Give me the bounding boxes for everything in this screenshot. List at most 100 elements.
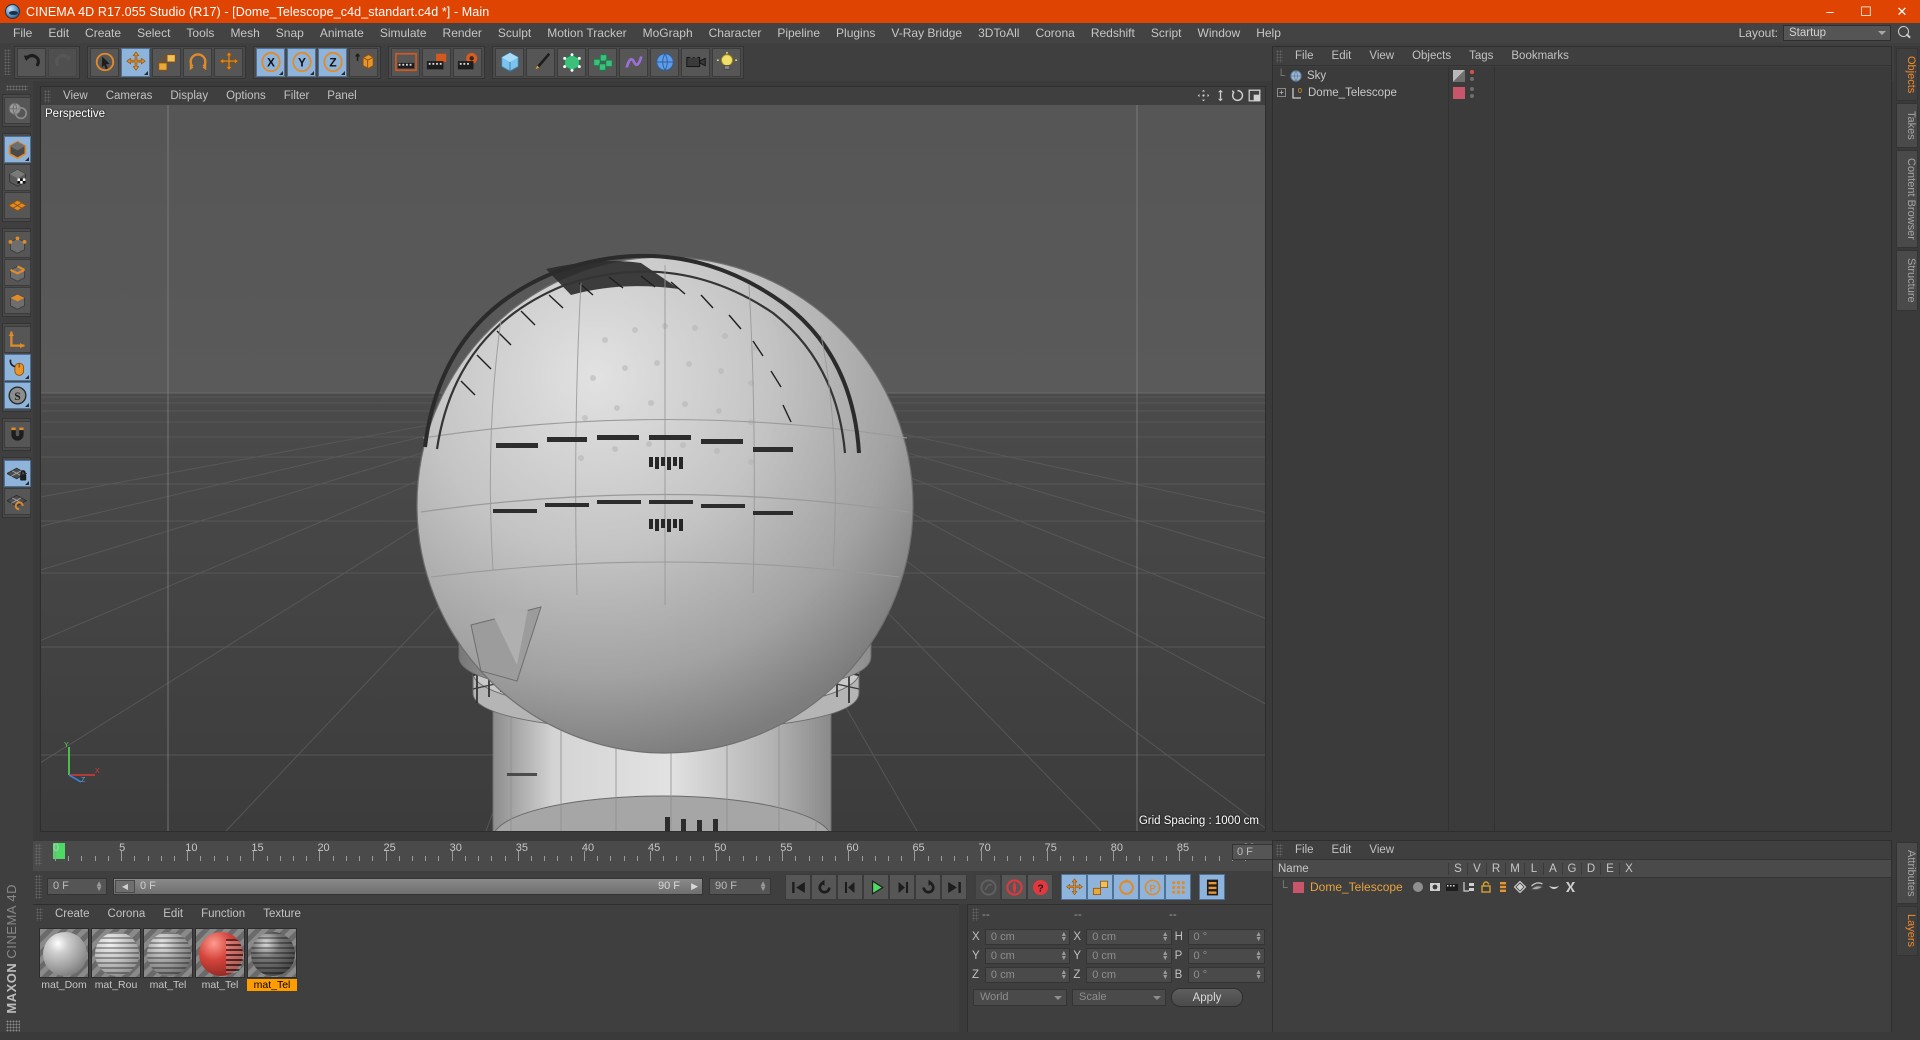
max-frame-field[interactable]: 90 F ▲▼ [709, 878, 771, 895]
timeline-ticks[interactable]: 051015202530354045505560657075808590 [43, 841, 1246, 867]
point-level-animation-button[interactable] [1165, 874, 1191, 900]
viewport-menu-filter[interactable]: Filter [275, 87, 319, 105]
autokeying-button[interactable] [1001, 874, 1027, 900]
previous-frame-button[interactable] [837, 874, 863, 900]
maximize-button[interactable]: ☐ [1848, 0, 1884, 23]
material-name[interactable]: mat_Rou [91, 979, 141, 991]
object-manager-menu-tags[interactable]: Tags [1460, 47, 1502, 66]
previous-keyframe-button[interactable] [811, 874, 837, 900]
menu-item-create[interactable]: Create [77, 23, 129, 43]
spinner-icon[interactable]: ▲▼ [1255, 970, 1262, 981]
world-object-coordinates-icon[interactable] [349, 48, 378, 77]
menu-item-file[interactable]: File [5, 23, 40, 43]
object-manager-menu-objects[interactable]: Objects [1403, 47, 1460, 66]
grip-icon[interactable] [972, 908, 979, 921]
move-tool-icon[interactable] [121, 48, 150, 77]
render-icon[interactable] [1445, 881, 1460, 894]
close-button[interactable]: ✕ [1884, 0, 1920, 23]
axis-x-lock-icon[interactable]: X [256, 48, 285, 77]
render-visibility-dot[interactable] [1470, 94, 1474, 98]
size-y-field[interactable]: 0 cm▲▼ [1086, 948, 1171, 964]
menu-item-help[interactable]: Help [1248, 23, 1289, 43]
menu-item-mograph[interactable]: MoGraph [635, 23, 701, 43]
parameter-key-button[interactable]: P [1139, 874, 1165, 900]
axis-z-lock-icon[interactable]: Z [318, 48, 347, 77]
grip-icon[interactable] [1276, 844, 1283, 857]
render-view-icon[interactable] [391, 48, 420, 77]
xref-icon[interactable] [1564, 881, 1579, 894]
object-tag-row[interactable] [1449, 67, 1494, 84]
grip-icon[interactable] [4, 49, 11, 75]
layer-table-body[interactable]: └Dome_Telescope [1273, 878, 1891, 896]
expression-icon[interactable] [1547, 881, 1562, 894]
menu-item-redshift[interactable]: Redshift [1083, 23, 1143, 43]
grip-icon[interactable] [35, 875, 42, 899]
grip-icon[interactable] [35, 844, 42, 866]
material-name[interactable]: mat_Tel [143, 979, 193, 991]
manager-icon[interactable] [1462, 881, 1477, 894]
next-frame-button[interactable] [889, 874, 915, 900]
grip-icon[interactable] [6, 85, 28, 91]
rotation-b-field[interactable]: 0 °▲▼ [1188, 967, 1265, 983]
edge-tab-content-browser[interactable]: Content Browser [1896, 150, 1918, 248]
object-tree[interactable]: └Sky+0Dome_Telescope [1273, 67, 1449, 831]
layer-color-swatch[interactable] [1293, 882, 1304, 893]
object-tag-row[interactable] [1449, 84, 1494, 101]
material-name[interactable]: mat_Tel [247, 979, 297, 991]
polygon-grid-icon[interactable] [4, 192, 31, 219]
material-cell[interactable]: mat_Tel [195, 928, 245, 991]
menu-item-simulate[interactable]: Simulate [372, 23, 435, 43]
material-grid[interactable]: mat_Dommat_Roumat_Telmat_Telmat_Tel [33, 924, 959, 991]
spinner-icon[interactable]: ▲▼ [1162, 970, 1169, 981]
edge-tab-layers[interactable]: Layers [1896, 906, 1918, 955]
menu-item-character[interactable]: Character [701, 23, 770, 43]
menu-item-pipeline[interactable]: Pipeline [769, 23, 828, 43]
object-manager-menu-file[interactable]: File [1286, 47, 1323, 66]
viewport-menu-display[interactable]: Display [161, 87, 217, 105]
texture-mode-icon[interactable] [4, 164, 31, 191]
rotation-h-field[interactable]: 0 °▲▼ [1188, 929, 1265, 945]
size-x-field[interactable]: 0 cm▲▼ [1086, 929, 1171, 945]
material-menu-edit[interactable]: Edit [154, 905, 192, 924]
menu-item-sculpt[interactable]: Sculpt [490, 23, 539, 43]
live-selection-icon[interactable] [90, 48, 119, 77]
undo-view-icon[interactable] [4, 97, 31, 124]
maximize-view-icon[interactable] [1248, 89, 1261, 102]
menu-item-render[interactable]: Render [435, 23, 490, 43]
coordinate-system-select[interactable]: World [973, 989, 1067, 1006]
viewport-menu-view[interactable]: View [54, 87, 97, 105]
layer-row[interactable]: └Dome_Telescope [1273, 878, 1891, 896]
viewport-menu-options[interactable]: Options [217, 87, 275, 105]
model-mode-icon[interactable] [4, 136, 31, 163]
object-row[interactable]: └Sky [1273, 67, 1448, 84]
spinner-icon[interactable]: ▲▼ [759, 881, 767, 891]
material-name[interactable]: mat_Tel [195, 979, 245, 991]
visible-icon[interactable] [1428, 881, 1443, 894]
rotate-tool-icon[interactable] [183, 48, 212, 77]
spinner-icon[interactable]: ▲▼ [1162, 932, 1169, 943]
environment-icon[interactable] [650, 48, 679, 77]
camera-icon[interactable] [681, 48, 710, 77]
keyframe-selection-button[interactable]: ? [1027, 874, 1053, 900]
scale-key-button[interactable] [1087, 874, 1113, 900]
right-arrow-icon[interactable]: ▶ [691, 881, 698, 892]
position-x-field[interactable]: 0 cm▲▼ [985, 929, 1070, 945]
object-manager-menu-bookmarks[interactable]: Bookmarks [1502, 47, 1578, 66]
animation-icon[interactable] [1496, 881, 1511, 894]
edge-tab-structure[interactable]: Structure [1896, 250, 1918, 311]
apply-button[interactable]: Apply [1171, 988, 1243, 1007]
viewport-3d[interactable]: Perspective Grid Spacing : 1000 cm [41, 105, 1265, 831]
deformer-icon[interactable] [1530, 881, 1545, 894]
edge-tab-objects[interactable]: Objects [1896, 48, 1918, 101]
array-modeling-icon[interactable] [588, 48, 617, 77]
menu-item-v-ray-bridge[interactable]: V-Ray Bridge [883, 23, 970, 43]
material-cell[interactable]: mat_Rou [91, 928, 141, 991]
points-mode-icon[interactable] [4, 231, 31, 258]
menu-item-3dtoall[interactable]: 3DToAll [970, 23, 1027, 43]
layer-tag[interactable] [1453, 87, 1465, 99]
spinner-icon[interactable]: ▲▼ [95, 881, 103, 891]
spinner-icon[interactable]: ▲▼ [1255, 932, 1262, 943]
render-visibility-dot[interactable] [1470, 77, 1474, 81]
material-cell[interactable]: mat_Tel [143, 928, 193, 991]
render-settings-icon[interactable] [453, 48, 482, 77]
